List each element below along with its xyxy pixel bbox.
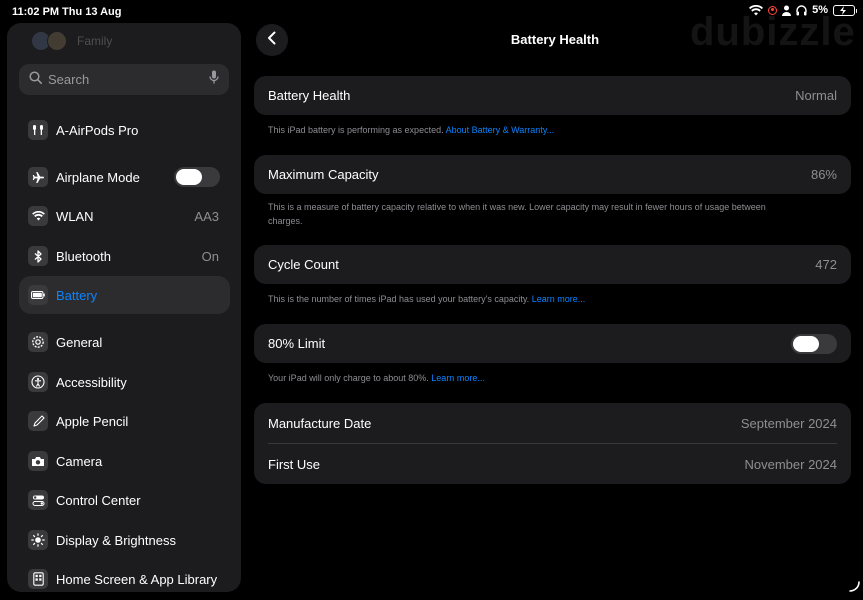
sidebar-item-home-screen[interactable]: Home Screen & App Library xyxy=(19,560,230,592)
control-center-icon xyxy=(28,490,48,510)
home-screen-icon xyxy=(28,569,48,589)
search-input[interactable]: Search xyxy=(48,72,209,87)
sidebar-item-value: AA3 xyxy=(194,208,219,224)
cycle-count-card: Cycle Count 472 xyxy=(254,245,851,284)
family-row[interactable]: Family xyxy=(31,31,112,51)
maximum-capacity-card: Maximum Capacity 86% xyxy=(254,155,851,194)
sidebar-item-label: Display & Brightness xyxy=(56,532,176,548)
bluetooth-icon xyxy=(28,246,48,266)
sidebar-item-label: Battery xyxy=(56,287,98,303)
gear-icon xyxy=(28,332,48,352)
sidebar-item-value: On xyxy=(201,248,219,264)
sun-icon xyxy=(28,530,48,550)
sidebar-item-bluetooth[interactable]: Bluetooth On xyxy=(19,237,230,275)
sidebar-item-label: A-AirPods Pro xyxy=(56,122,139,138)
cycle-count-note: This is the number of times iPad has use… xyxy=(268,292,828,306)
page-title: Battery Health xyxy=(510,32,600,47)
battery-health-row: Battery Health Normal xyxy=(254,76,851,115)
sidebar-item-apple-pencil[interactable]: Apple Pencil xyxy=(19,402,230,440)
battery-health-note-text: This iPad battery is performing as expec… xyxy=(268,125,444,135)
airplane-icon xyxy=(28,167,48,187)
accessibility-icon xyxy=(28,372,48,392)
charge-limit-toggle[interactable] xyxy=(791,333,837,354)
sidebar-item-label: WLAN xyxy=(56,208,94,224)
charge-limit-learn-more-link[interactable]: Learn more... xyxy=(431,373,485,383)
charge-limit-card: 80% Limit xyxy=(254,324,851,363)
first-use-value: November 2024 xyxy=(744,456,838,472)
sidebar-item-camera[interactable]: Camera xyxy=(19,442,230,480)
family-label: Family xyxy=(77,34,113,48)
first-use-label: First Use xyxy=(268,456,320,472)
cycle-count-value: 472 xyxy=(815,257,837,272)
dates-card: Manufacture Date September 2024 First Us… xyxy=(254,403,851,484)
sidebar-item-wlan[interactable]: WLAN AA3 xyxy=(19,197,230,235)
sidebar-item-label: Apple Pencil xyxy=(56,413,129,429)
sidebar-item-control-center[interactable]: Control Center xyxy=(19,481,230,519)
sidebar-item-general[interactable]: General xyxy=(19,323,230,361)
maximum-capacity-note: This is a measure of battery capacity re… xyxy=(268,202,766,226)
maximum-capacity-row: Maximum Capacity 86% xyxy=(254,155,851,194)
manufacture-date-label: Manufacture Date xyxy=(268,415,372,431)
cycle-count-label: Cycle Count xyxy=(268,257,339,272)
charge-limit-label: 80% Limit xyxy=(268,336,326,351)
sidebar-item-airplane-mode[interactable]: Airplane Mode xyxy=(19,158,230,196)
cycle-count-note-text: This is the number of times iPad has use… xyxy=(268,294,530,304)
camera-icon xyxy=(28,451,48,471)
cycle-count-learn-more-link[interactable]: Learn more... xyxy=(532,294,586,304)
sidebar-item-label: Bluetooth xyxy=(56,248,111,264)
sidebar-item-label: Airplane Mode xyxy=(56,169,140,185)
sidebar-item-label: Accessibility xyxy=(56,374,127,390)
cycle-count-row: Cycle Count 472 xyxy=(254,245,851,284)
status-time: 11:02 PM xyxy=(12,6,60,18)
search-icon xyxy=(29,70,42,89)
microphone-icon[interactable] xyxy=(209,70,219,89)
sidebar-item-battery[interactable]: Battery xyxy=(19,276,230,314)
manufacture-date-row: Manufacture Date September 2024 xyxy=(254,403,851,443)
battery-health-card: Battery Health Normal xyxy=(254,76,851,115)
charge-limit-note-text: Your iPad will only charge to about 80%. xyxy=(268,373,429,383)
about-battery-warranty-link[interactable]: About Battery & Warranty... xyxy=(446,125,555,135)
sidebar: Family Search A-AirPods Pro Airplane Mod… xyxy=(7,23,241,592)
maximum-capacity-value: 86% xyxy=(810,167,837,182)
sidebar-item-label: Home Screen & App Library xyxy=(56,571,218,587)
avatar xyxy=(47,31,67,51)
corner-indicator-icon xyxy=(848,579,860,597)
maximum-capacity-label: Maximum Capacity xyxy=(268,167,379,182)
first-use-row: First Use November 2024 xyxy=(254,444,851,484)
airplane-mode-toggle[interactable] xyxy=(174,167,220,187)
manufacture-date-value: September 2024 xyxy=(740,415,837,431)
sidebar-item-accessibility[interactable]: Accessibility xyxy=(19,363,230,401)
sidebar-item-airpods[interactable]: A-AirPods Pro xyxy=(19,111,230,149)
airpods-icon xyxy=(28,120,48,140)
battery-icon xyxy=(28,285,48,305)
battery-health-value: Normal xyxy=(795,88,837,103)
sidebar-item-label: Camera xyxy=(56,453,103,469)
wifi-icon xyxy=(28,206,48,226)
status-date: Thu 13 Aug xyxy=(62,6,122,18)
sidebar-item-label: Control Center xyxy=(56,492,141,508)
charge-limit-row: 80% Limit xyxy=(254,324,851,363)
charge-limit-note: Your iPad will only charge to about 80%.… xyxy=(268,371,828,385)
battery-health-label: Battery Health xyxy=(268,88,351,103)
sidebar-item-display-brightness[interactable]: Display & Brightness xyxy=(19,521,230,559)
sidebar-item-label: General xyxy=(56,334,103,350)
battery-health-note: This iPad battery is performing as expec… xyxy=(268,123,828,137)
search-field[interactable]: Search xyxy=(19,64,229,95)
pencil-icon xyxy=(28,411,48,431)
